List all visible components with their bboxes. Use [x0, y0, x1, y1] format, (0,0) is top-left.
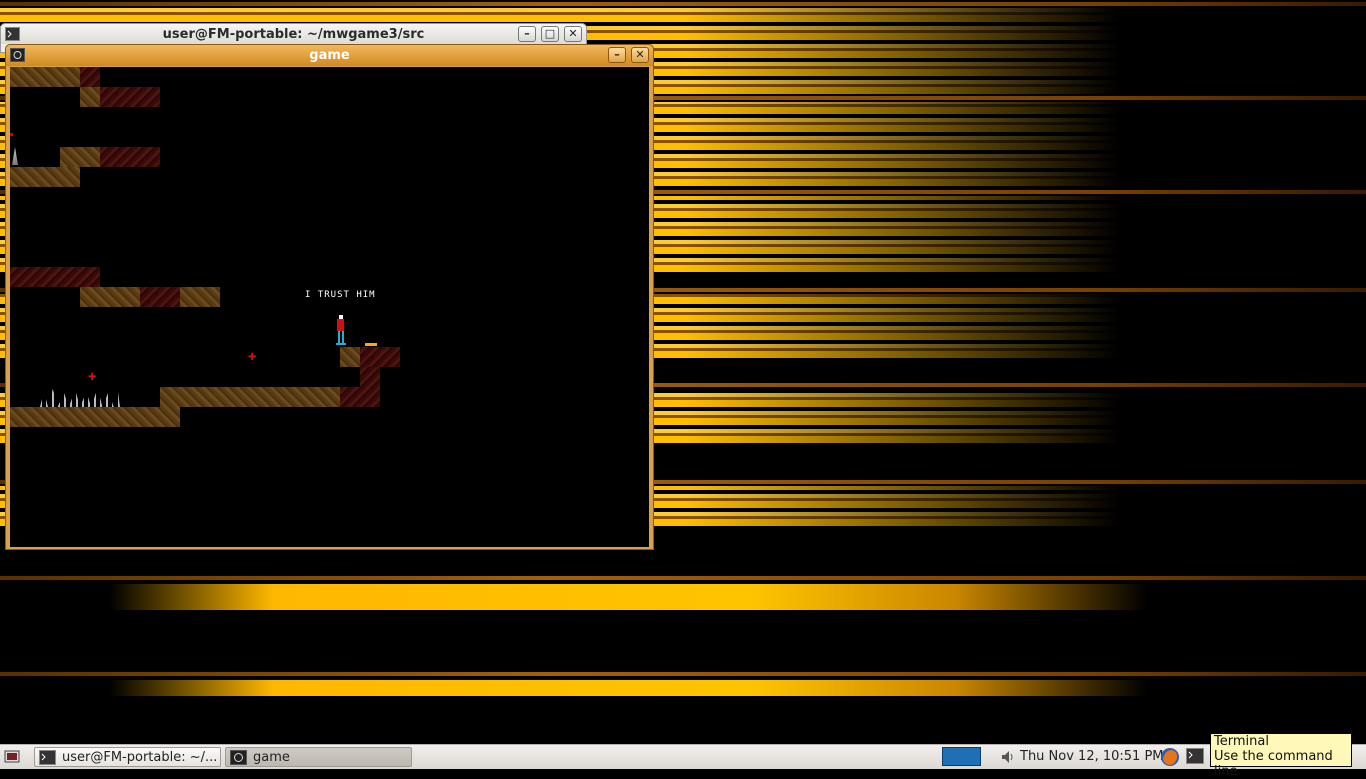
player-character	[336, 315, 346, 345]
game-title: game	[309, 48, 350, 63]
dark-block	[80, 67, 100, 87]
game-app-icon	[10, 48, 25, 62]
wallpaper-line	[0, 2, 1366, 6]
wallpaper-line	[0, 672, 1366, 676]
dialogue-text: I TRUST HIM	[305, 290, 376, 300]
taskbar-item-game[interactable]: game	[225, 747, 412, 767]
taskbar-item-label: user@FM-portable: ~/...	[62, 749, 218, 765]
dirt-block	[10, 407, 180, 427]
dirt-block	[160, 387, 340, 407]
dark-block	[340, 387, 380, 407]
dirt-block	[340, 347, 360, 367]
dark-block	[360, 367, 380, 387]
workspace-switcher[interactable]	[942, 747, 981, 766]
dirt-block	[60, 147, 100, 167]
enemy-marker: ✚	[88, 372, 97, 383]
terminal-titlebar[interactable]: user@FM-portable: ~/mwgame3/src – □ ✕	[1, 24, 586, 44]
spike	[12, 147, 18, 165]
minimize-button[interactable]: –	[608, 47, 626, 63]
tooltip: Terminal Use the command line	[1210, 733, 1352, 779]
item-pickup	[365, 343, 377, 346]
game-titlebar[interactable]: game – ✕	[6, 45, 653, 66]
dirt-block	[10, 167, 80, 187]
terminal-icon	[39, 749, 56, 765]
dirt-block	[10, 67, 80, 87]
terminal-title: user@FM-portable: ~/mwgame3/src	[162, 26, 425, 42]
dark-block	[100, 87, 160, 107]
tooltip-description: Use the command line	[1214, 749, 1333, 779]
clock[interactable]: Thu Nov 12, 10:51 PM	[1020, 749, 1164, 764]
volume-icon[interactable]	[1000, 749, 1016, 765]
game-window[interactable]: game – ✕ I TRUST HIM ✚ ✚	[5, 44, 654, 550]
game-app-icon	[230, 749, 247, 765]
maximize-button[interactable]: □	[541, 26, 559, 42]
spike-row	[40, 388, 120, 407]
red-dot	[10, 133, 13, 136]
firefox-icon[interactable]	[1160, 747, 1180, 767]
dark-block	[100, 147, 160, 167]
close-button[interactable]: ✕	[631, 47, 649, 63]
show-desktop-icon[interactable]	[4, 749, 20, 765]
dark-block	[360, 347, 400, 367]
taskbar: user@FM-portable: ~/... game Thu Nov 12,…	[0, 744, 1366, 769]
terminal-icon[interactable]	[1186, 748, 1204, 764]
dirt-block	[180, 287, 220, 307]
dirt-block	[80, 287, 140, 307]
minimize-button[interactable]: –	[518, 26, 536, 42]
dirt-block	[80, 87, 100, 107]
wallpaper-line	[0, 576, 1366, 580]
taskbar-item-terminal[interactable]: user@FM-portable: ~/...	[34, 747, 221, 767]
game-canvas[interactable]: I TRUST HIM ✚ ✚	[10, 67, 649, 547]
wallpaper-band	[0, 680, 1366, 696]
dark-block	[140, 287, 180, 307]
terminal-icon	[5, 27, 20, 41]
close-button[interactable]: ✕	[564, 26, 582, 42]
tooltip-title: Terminal	[1214, 734, 1269, 749]
enemy-marker: ✚	[248, 352, 257, 363]
wallpaper-band	[0, 584, 1366, 610]
dark-block	[10, 267, 100, 287]
taskbar-item-label: game	[253, 749, 290, 765]
